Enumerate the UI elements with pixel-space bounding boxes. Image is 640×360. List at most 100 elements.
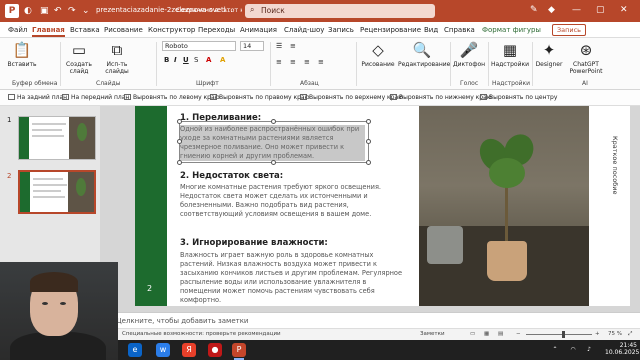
tab-shape-format[interactable]: Формат фигуры [482,26,541,34]
resize-handle[interactable] [271,160,276,165]
redo-icon[interactable]: ↷ [68,5,76,17]
tray-chevron-icon[interactable]: ⌃ [548,343,562,357]
resize-handle[interactable] [177,139,182,144]
zoom-out-icon[interactable]: − [516,331,521,337]
autosave-toggle-icon[interactable]: ◐ [24,5,32,17]
tab-animations[interactable]: Анимация [240,26,277,34]
slide-canvas[interactable]: 2 1. Переливание: Одной из наиболее расп… [135,106,630,306]
minimize-icon[interactable]: — [572,5,581,15]
tab-file[interactable]: Файл [8,26,27,34]
taskbar-vk-icon[interactable]: w [156,343,170,357]
taskbar-yandex-icon[interactable]: Я [182,343,196,357]
bullets-button[interactable]: ☰ [276,42,282,50]
close-icon[interactable]: ✕ [620,5,628,15]
diamond-icon[interactable]: ◆ [548,5,555,15]
selection-box [179,121,369,163]
strikethrough-button[interactable]: S [194,56,198,64]
underline-button[interactable]: U [183,56,189,64]
align-left-edge-button[interactable]: Выровнять по левому краю [124,94,220,101]
chatgpt-button[interactable]: ⊛ ChatGPT PowerPoint [568,41,604,75]
system-clock[interactable]: 21:45 10.06.2025 [605,342,639,356]
tab-review[interactable]: Рецензирование [360,26,421,34]
resize-handle[interactable] [177,160,182,165]
tab-design[interactable]: Конструктор [148,26,195,34]
dictate-button[interactable]: 🎤 Диктофон [452,41,486,68]
resize-handle[interactable] [366,139,371,144]
maximize-icon[interactable]: ▢ [596,5,605,15]
numbering-button[interactable]: ≡ [290,42,296,50]
slide-editor-area: 2 1. Переливание: Одной из наиболее расп… [100,106,640,312]
align-top-edge-icon [300,94,307,100]
slide-green-bar: 2 [135,106,167,306]
align-top-edge-button[interactable]: Выровнять по верхнему краю [300,94,403,101]
highlight-button[interactable]: A [220,56,225,64]
align-right-edge-label: Выровнять по правому краю [219,94,310,101]
font-color-button[interactable]: A [206,56,211,64]
resize-handle[interactable] [271,119,276,124]
record-share-button[interactable]: Запись [552,24,586,36]
align-right-edge-button[interactable]: Выровнять по правому краю [210,94,310,101]
tab-home[interactable]: Главная [32,26,65,37]
bring-forward-button[interactable]: На передний план [62,94,129,101]
drawing-button[interactable]: ◇ Рисование [360,41,396,68]
italic-button[interactable]: I [174,56,177,64]
taskbar-powerpoint-icon[interactable]: P [232,343,246,357]
zoom-in-icon[interactable]: + [595,331,600,337]
new-slide-button[interactable]: ▭ Создать слайд [64,41,94,75]
tab-help[interactable]: Справка [444,26,475,34]
pen-icon[interactable]: ✎ [530,5,538,15]
font-size-dropdown[interactable]: 14 [240,41,264,51]
tab-slideshow[interactable]: Слайд-шоу [284,26,324,34]
notes-pane[interactable]: Щелкните, чтобы добавить заметки [100,312,640,328]
quick-access-chevron-icon[interactable]: ⌄ [82,5,90,17]
plant-pot [487,241,527,281]
align-bottom-edge-button[interactable]: Выровнять по нижнему краю [390,94,492,101]
accessibility-status[interactable]: Специальные возможности: проверьте реком… [122,331,281,337]
heading-humidity: 3. Игнорирование влажности: [180,238,328,248]
font-name-dropdown[interactable]: Roboto [162,41,236,51]
paste-button[interactable]: 📋 Вставить [6,41,38,68]
resize-handle[interactable] [177,119,182,124]
align-right-button[interactable]: ≡ [304,58,310,66]
font-name-value: Roboto [165,42,188,50]
send-backward-icon [8,94,15,100]
search-box[interactable]: ⌕ Поиск [245,4,435,18]
search-placeholder: Поиск [261,6,285,15]
align-left-button[interactable]: ≡ [276,58,282,66]
slide-sorter-icon[interactable]: ▦ [484,331,489,337]
tab-record[interactable]: Запись [328,26,354,34]
bold-button[interactable]: B [164,56,169,64]
tab-insert[interactable]: Вставка [70,26,100,34]
send-backward-button[interactable]: На задний план [8,94,67,101]
group-divider [450,42,451,86]
wifi-icon[interactable]: ◠ [566,343,580,357]
align-center-button[interactable]: Выровнять по центру [480,94,557,101]
addins-button[interactable]: ▦ Надстройки [490,41,530,68]
normal-view-icon[interactable]: ▭ [470,331,475,337]
fit-slide-icon[interactable]: ⤢ [628,331,632,338]
volume-icon[interactable]: ♪ [582,343,596,357]
reuse-slides-button[interactable]: ⧉ Исп-ть слайды [100,41,134,75]
taskbar-media-icon[interactable]: ● [208,343,222,357]
plant-photo[interactable] [419,106,589,306]
resize-handle[interactable] [366,160,371,165]
tab-draw[interactable]: Рисование [104,26,143,34]
designer-button[interactable]: ✦ Designer [534,41,564,68]
title-bar: P ◐ ▣ ↶ ↷ ⌄ prezentaciazadanie-2zeleznov… [0,0,640,22]
tab-transitions[interactable]: Переходы [198,26,235,34]
editing-button[interactable]: 🔍 Редактирование [398,41,450,68]
slide-thumbnail-1[interactable] [18,116,96,160]
undo-icon[interactable]: ↶ [54,5,62,17]
notes-toggle[interactable]: Заметки [420,331,445,337]
zoom-level[interactable]: 75 % [608,331,622,337]
save-icon[interactable]: ▣ [40,5,49,17]
justify-button[interactable]: ≡ [318,58,324,66]
zoom-slider-thumb[interactable] [562,331,565,338]
resize-handle[interactable] [366,119,371,124]
reading-view-icon[interactable]: ▤ [498,331,503,337]
zoom-slider[interactable] [526,334,592,335]
taskbar-edge-icon[interactable]: e [128,343,142,357]
tab-view[interactable]: Вид [424,26,438,34]
slide-thumbnail-2[interactable] [18,170,96,214]
align-center-button[interactable]: ≡ [290,58,296,66]
